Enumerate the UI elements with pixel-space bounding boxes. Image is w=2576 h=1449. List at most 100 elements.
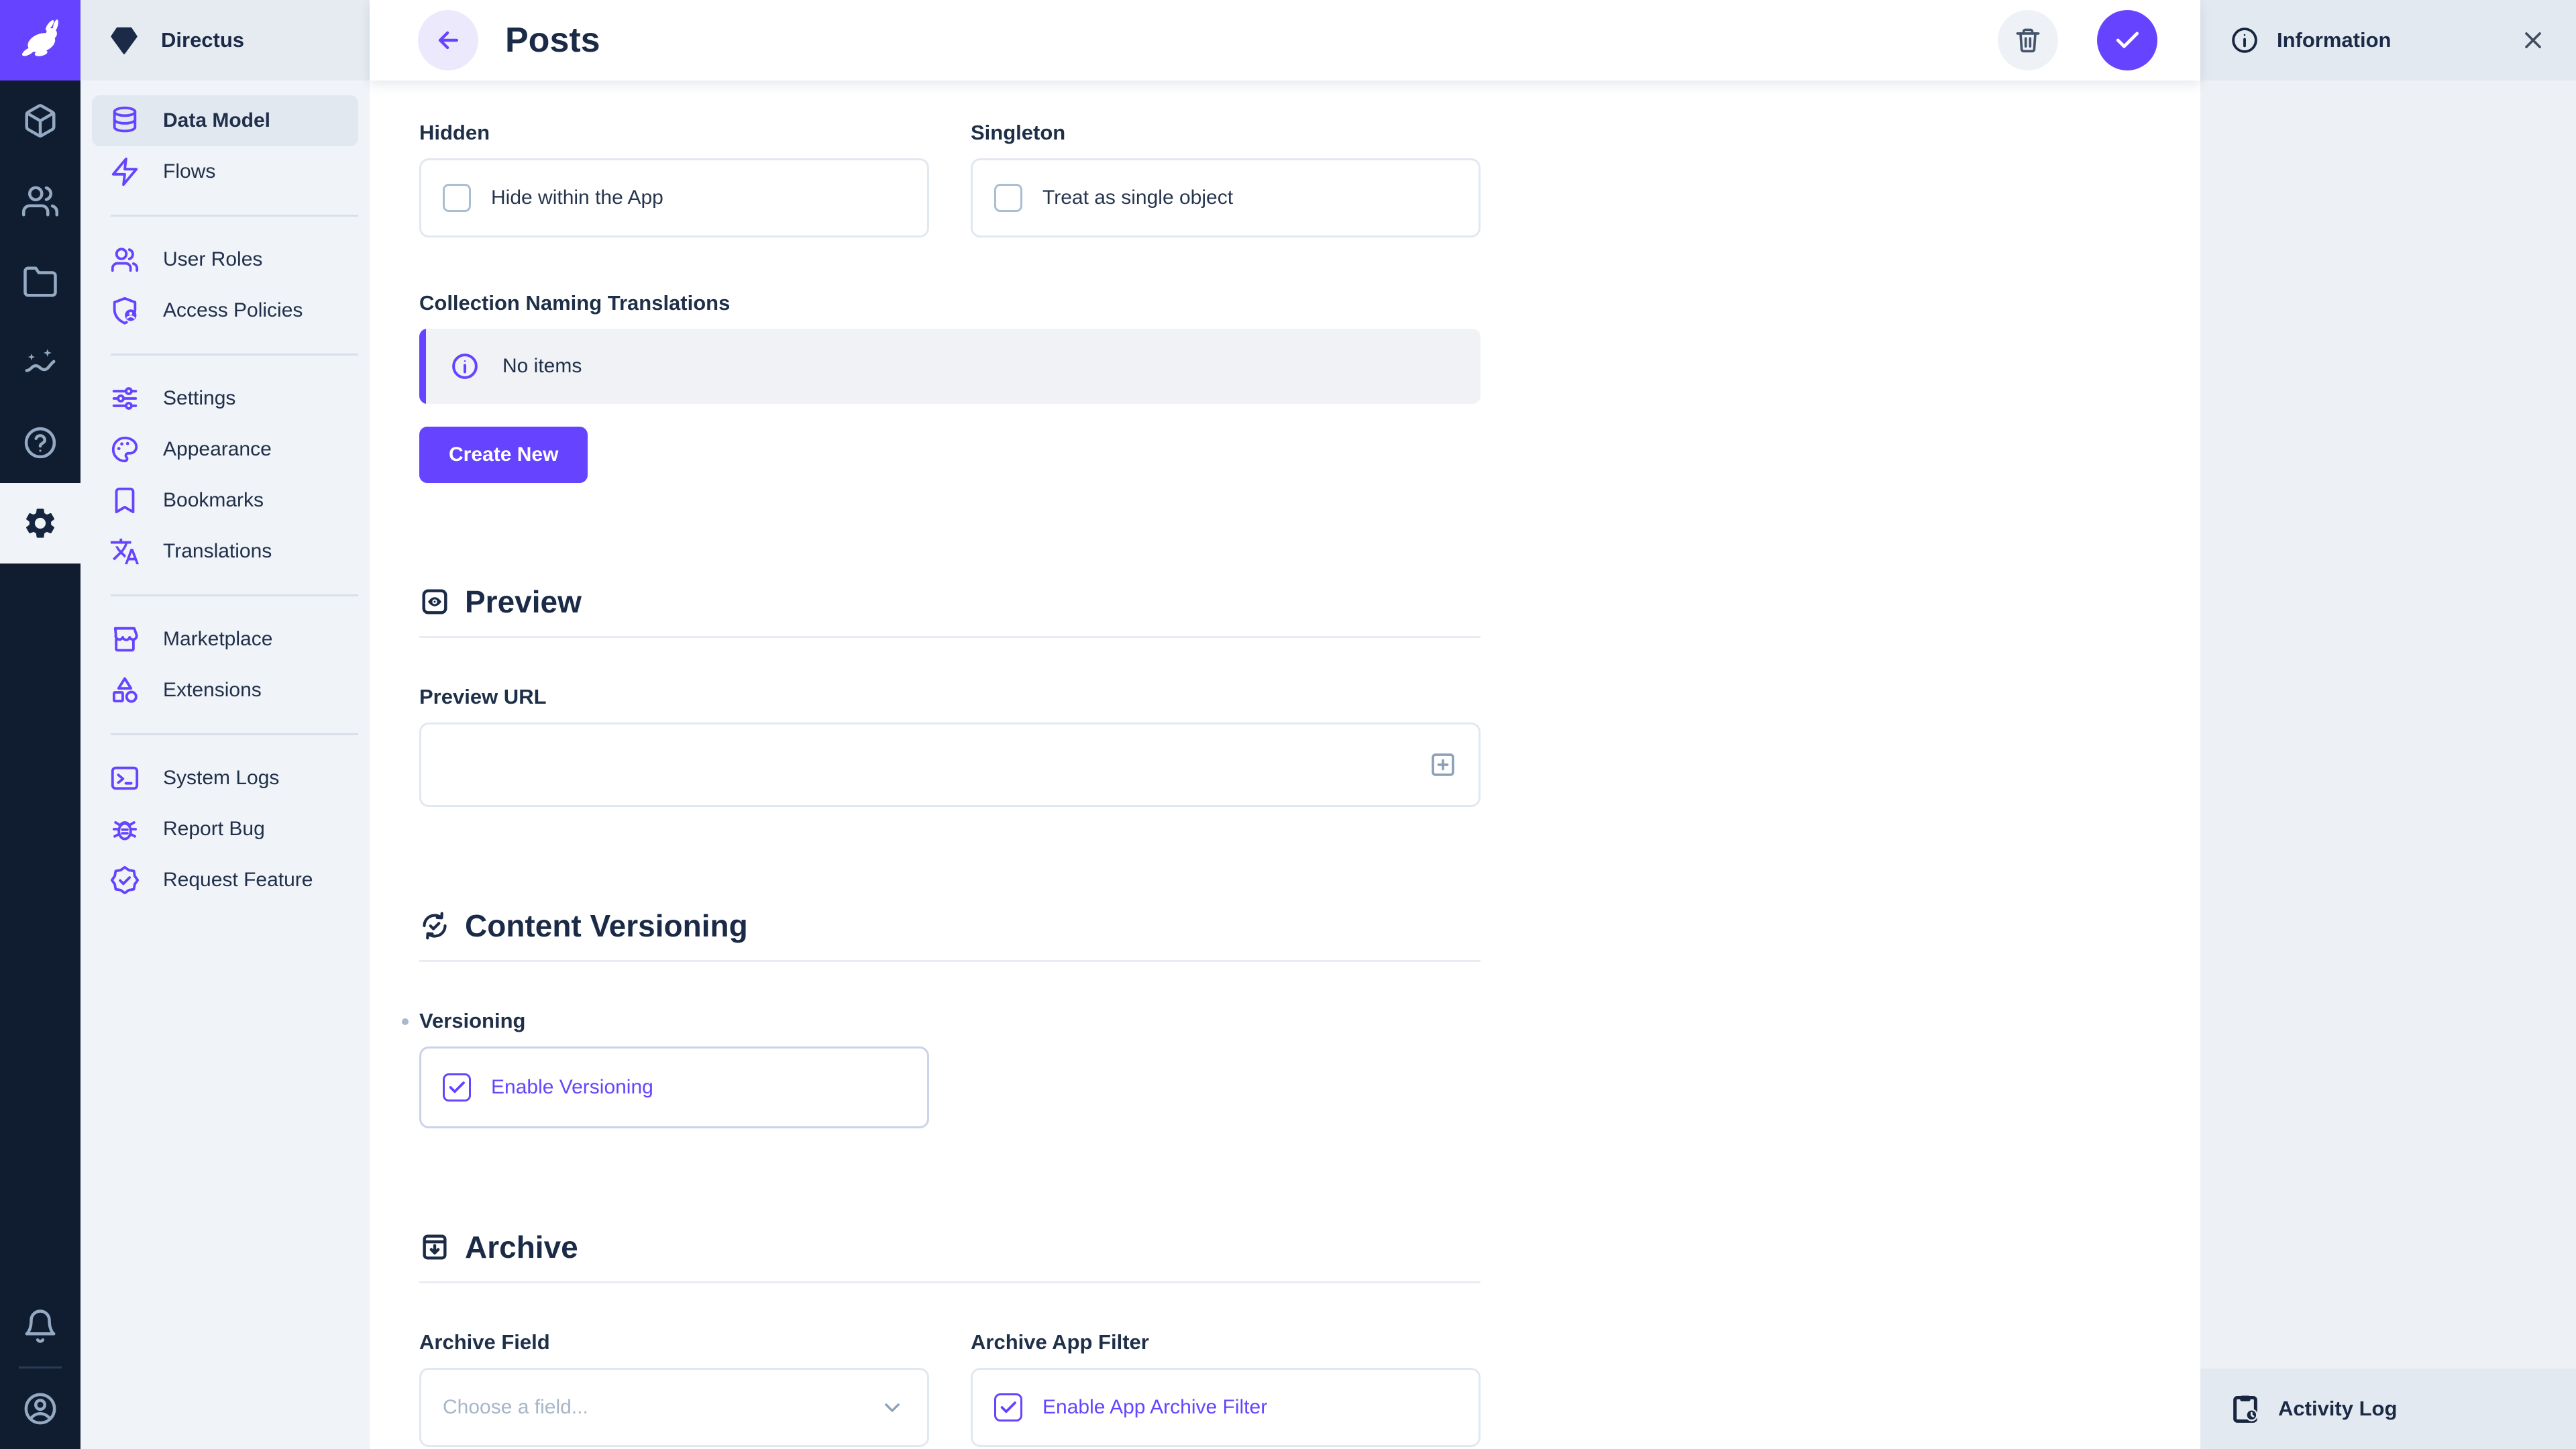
bug-icon bbox=[109, 814, 140, 845]
box-icon bbox=[22, 103, 58, 139]
sidebar-title: Information bbox=[2277, 28, 2392, 52]
database-icon bbox=[109, 105, 140, 136]
nav-item-report-bug[interactable]: Report Bug bbox=[92, 804, 358, 855]
section-title: Archive bbox=[465, 1229, 578, 1265]
nav-item-bookmarks[interactable]: Bookmarks bbox=[92, 475, 358, 526]
plus-box-icon[interactable] bbox=[1428, 749, 1458, 780]
archive-field-select[interactable]: Choose a field... bbox=[419, 1368, 929, 1447]
singleton-checkbox-box: Treat as single object bbox=[971, 158, 1481, 237]
archive-app-filter-box: Enable App Archive Filter bbox=[971, 1368, 1481, 1447]
select-placeholder: Choose a field... bbox=[443, 1396, 588, 1419]
page-header: Posts bbox=[370, 0, 2200, 80]
activity-log-button[interactable]: Activity Log bbox=[2200, 1368, 2576, 1449]
create-new-button[interactable]: Create New bbox=[419, 427, 588, 483]
field-label: Hidden bbox=[419, 121, 929, 145]
module-insights-button[interactable] bbox=[0, 322, 80, 402]
nav-item-label: Flows bbox=[163, 160, 215, 183]
nav-item-data-model[interactable]: Data Model bbox=[92, 95, 358, 146]
section-content-versioning: Content Versioning Versioning bbox=[419, 908, 1481, 1128]
bolt-icon bbox=[109, 156, 140, 187]
project-name: Directus bbox=[161, 28, 244, 52]
edited-indicator-dot bbox=[402, 1018, 409, 1025]
gear-icon bbox=[22, 505, 58, 541]
close-icon[interactable] bbox=[2520, 27, 2546, 54]
hide-within-app-checkbox[interactable] bbox=[443, 184, 471, 212]
nav-item-flows[interactable]: Flows bbox=[92, 146, 358, 197]
people-icon bbox=[109, 244, 140, 275]
nav-list: Data Model Flows User Roles bbox=[80, 80, 370, 920]
insights-icon bbox=[22, 344, 58, 380]
nav-item-label: Access Policies bbox=[163, 299, 303, 322]
collection-settings-form: Hidden Hide within the App Singleton Tre… bbox=[370, 80, 2200, 1449]
gem-icon bbox=[107, 23, 141, 57]
account-button[interactable] bbox=[0, 1368, 80, 1449]
enable-app-archive-filter-checkbox[interactable] bbox=[994, 1393, 1022, 1421]
trash-icon bbox=[2013, 25, 2043, 55]
nav-item-request-feature[interactable]: Request Feature bbox=[92, 855, 358, 906]
field-archive-field: Archive Field Choose a field... bbox=[419, 1330, 929, 1447]
enable-versioning-checkbox[interactable] bbox=[443, 1073, 471, 1102]
section-divider bbox=[419, 636, 1481, 638]
directus-rabbit-icon bbox=[16, 16, 64, 64]
field-label: Collection Naming Translations bbox=[419, 291, 1481, 315]
section-divider bbox=[419, 1281, 1481, 1283]
info-circle-icon bbox=[450, 352, 480, 381]
field-label: Preview URL bbox=[419, 685, 1481, 709]
project-bar[interactable]: Directus bbox=[80, 0, 370, 80]
clipboard-clock-icon bbox=[2230, 1393, 2261, 1424]
nav-item-translations[interactable]: Translations bbox=[92, 526, 358, 577]
notifications-button[interactable] bbox=[0, 1286, 80, 1366]
nav-item-system-logs[interactable]: System Logs bbox=[92, 753, 358, 804]
nav-item-label: Report Bug bbox=[163, 818, 265, 841]
nav-item-label: Settings bbox=[163, 387, 235, 410]
nav-item-access-policies[interactable]: Access Policies bbox=[92, 285, 358, 336]
section-title: Content Versioning bbox=[465, 908, 748, 944]
module-settings-button[interactable] bbox=[0, 483, 80, 564]
activity-log-label: Activity Log bbox=[2278, 1397, 2397, 1421]
delete-collection-button[interactable] bbox=[1998, 10, 2058, 70]
nav-item-user-roles[interactable]: User Roles bbox=[92, 234, 358, 285]
translate-icon bbox=[109, 536, 140, 567]
shield-person-icon bbox=[109, 295, 140, 326]
chevron-down-icon bbox=[879, 1394, 906, 1421]
info-circle-icon bbox=[2230, 25, 2259, 55]
folder-icon bbox=[22, 264, 58, 300]
module-content-button[interactable] bbox=[0, 80, 80, 161]
main-area: Posts Hidden bbox=[370, 0, 2200, 1449]
nav-item-label: Request Feature bbox=[163, 869, 313, 892]
bell-icon bbox=[22, 1308, 58, 1344]
field-label: Archive Field bbox=[419, 1330, 929, 1354]
nav-divider bbox=[111, 733, 358, 735]
nav-item-label: Appearance bbox=[163, 438, 272, 461]
hidden-checkbox-box: Hide within the App bbox=[419, 158, 929, 237]
help-circle-icon bbox=[22, 425, 58, 461]
directus-logo-button[interactable] bbox=[0, 0, 80, 80]
versioning-checkbox-box: Enable Versioning bbox=[419, 1046, 929, 1128]
nav-item-marketplace[interactable]: Marketplace bbox=[92, 614, 358, 665]
bookmark-icon bbox=[109, 485, 140, 516]
field-hidden: Hidden Hide within the App bbox=[419, 121, 929, 237]
nav-item-label: Bookmarks bbox=[163, 489, 264, 512]
info-sidebar-header: Information bbox=[2200, 0, 2576, 80]
nav-item-settings[interactable]: Settings bbox=[92, 373, 358, 424]
checkbox-label: Hide within the App bbox=[491, 186, 663, 209]
preview-url-input[interactable] bbox=[419, 722, 1481, 807]
nav-item-extensions[interactable]: Extensions bbox=[92, 665, 358, 716]
no-items-notice: No items bbox=[419, 329, 1481, 404]
module-users-button[interactable] bbox=[0, 161, 80, 241]
checkbox-label: Enable Versioning bbox=[491, 1076, 653, 1099]
field-label: Singleton bbox=[971, 121, 1481, 145]
treat-as-single-object-checkbox[interactable] bbox=[994, 184, 1022, 212]
module-files-button[interactable] bbox=[0, 241, 80, 322]
save-button[interactable] bbox=[2097, 10, 2157, 70]
terminal-icon bbox=[109, 763, 140, 794]
nav-item-appearance[interactable]: Appearance bbox=[92, 424, 358, 475]
archive-box-icon bbox=[419, 1232, 450, 1263]
field-label: Versioning bbox=[419, 1009, 1481, 1033]
tune-icon bbox=[109, 383, 140, 414]
page-title: Posts bbox=[505, 20, 600, 60]
back-button[interactable] bbox=[418, 10, 478, 70]
sync-check-icon bbox=[419, 910, 450, 941]
module-help-button[interactable] bbox=[0, 402, 80, 483]
palette-icon bbox=[109, 434, 140, 465]
